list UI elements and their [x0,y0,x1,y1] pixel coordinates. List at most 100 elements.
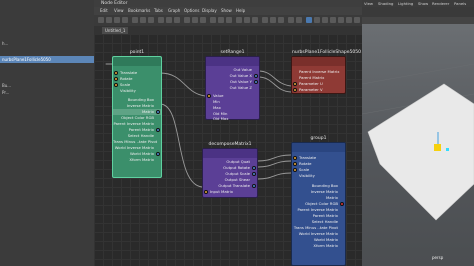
output-port[interactable] [252,172,256,176]
wire [257,160,292,168]
menu-options[interactable]: Options [184,7,199,15]
input-port[interactable] [293,168,297,172]
menu-help[interactable]: Help [236,7,245,15]
menu-view[interactable]: View [114,7,124,15]
attr-visibility[interactable]: Visibility [113,88,161,94]
input-port[interactable] [114,71,118,75]
output-port[interactable] [156,128,160,132]
output-port[interactable] [254,74,258,78]
toolbar-button[interactable] [140,17,146,23]
node-header[interactable] [292,57,345,66]
toolbar-button[interactable] [192,17,198,23]
toolbar-button[interactable] [252,17,258,23]
toolbar-button[interactable] [218,17,224,23]
outliner-item[interactable] [0,64,94,71]
node-header[interactable] [203,149,257,158]
toolbar-button[interactable] [296,17,302,23]
menu-renderer[interactable]: Renderer [432,0,449,7]
toolbar-button[interactable] [114,17,120,23]
menu-show[interactable]: Show [418,0,428,7]
output-port[interactable] [156,110,160,114]
attr-parameter-v[interactable]: Parameter V [292,87,345,93]
toolbar-button[interactable] [262,17,268,23]
menu-view[interactable]: View [364,0,373,7]
viewport-panel[interactable]: View Shading Lighting Show Renderer Pane… [362,0,474,266]
outliner-item[interactable]: h... [0,40,94,47]
wire [257,154,292,162]
input-port[interactable] [114,83,118,87]
outliner-item[interactable]: Pr... [0,89,94,96]
toolbar-button[interactable] [98,17,104,23]
node-editor-menubar: Edit View Bookmarks Tabs Graph Options D… [94,7,362,15]
toolbar-button[interactable] [354,17,360,23]
toolbar-button[interactable] [184,17,190,23]
attr-out-value-z[interactable]: Out Value Z [206,85,259,91]
output-port[interactable] [252,184,256,188]
node-decompose-matrix1[interactable]: decomposeMatrix1 Output Quat Output Rota… [202,142,258,198]
node-point1[interactable]: point1 Translate Rotate Scale Visibility… [112,50,162,178]
node-header[interactable] [206,57,259,66]
output-port[interactable] [252,166,256,170]
input-port[interactable] [204,190,208,194]
toolbar-button[interactable] [122,17,128,23]
menu-display[interactable]: Display [202,7,217,15]
toolbar-button[interactable] [210,17,216,23]
toolbar-button[interactable] [330,17,336,23]
node-title: group1 [310,136,327,141]
outliner-item-selected[interactable]: nurbsPlane1Follicle5050 [0,56,94,63]
outliner-item[interactable]: Bu... [0,82,94,89]
menu-shading[interactable]: Shading [378,0,393,7]
toolbar-button[interactable] [200,17,206,23]
node-follicle-shape[interactable]: nurbsPlane1FollicleShape5050 Parent Inve… [291,50,361,94]
node-graph[interactable]: point1 Translate Rotate Scale Visibility… [94,34,362,266]
toolbar-button[interactable] [236,17,242,23]
input-port[interactable] [293,82,297,86]
input-port[interactable] [293,156,297,160]
output-port[interactable] [156,152,160,156]
input-port[interactable] [207,94,211,98]
toolbar-button[interactable] [338,17,344,23]
toolbar-button[interactable] [278,17,284,23]
menu-bookmarks[interactable]: Bookmarks [128,7,150,15]
node-group1[interactable]: group1 Translate Rotate Scale Visibility… [291,136,346,266]
attr-old-max[interactable]: Old Max [206,116,259,122]
wire [257,172,292,180]
node-editor-title: Node Editor [94,0,362,7]
menu-tabs[interactable]: Tabs [154,7,163,15]
selected-point [446,148,449,151]
attr-input-matrix[interactable]: Input Matrix [203,189,257,195]
toolbar-button[interactable] [132,17,138,23]
toolbar-button[interactable] [226,17,232,23]
toolbar-button[interactable] [148,17,154,23]
attr-xform-matrix[interactable]: Xform Matrix [113,157,161,163]
outliner-panel: h... nurbsPlane1Follicle5050 Bu... Pr... [0,0,95,266]
toolbar-button[interactable] [270,17,276,23]
node-setrange1[interactable]: setRange1 Out Value Out Value X Out Valu… [205,50,260,122]
attr-xform-matrix[interactable]: Xform Matrix [292,243,345,249]
input-port[interactable] [293,88,297,92]
menu-panels[interactable]: Panels [454,0,466,7]
tab-untitled[interactable]: Untitled_1 [102,27,129,34]
toolbar-button[interactable] [322,17,328,23]
toolbar-button[interactable] [106,17,112,23]
input-port[interactable] [114,77,118,81]
toolbar-button-active[interactable] [306,17,312,23]
toolbar-button[interactable] [346,17,352,23]
toolbar-button[interactable] [158,17,164,23]
output-port[interactable] [340,202,344,206]
menu-graph[interactable]: Graph [168,7,180,15]
menu-lighting[interactable]: Lighting [398,0,413,7]
menu-edit[interactable]: Edit [100,7,108,15]
input-port[interactable] [293,162,297,166]
output-port[interactable] [254,80,258,84]
node-header[interactable] [292,143,345,152]
attr-visibility[interactable]: Visibility [292,173,345,179]
node-title: setRange1 [220,50,245,55]
toolbar-button[interactable] [288,17,294,23]
node-header[interactable] [113,57,161,66]
toolbar-button[interactable] [166,17,172,23]
toolbar-button[interactable] [314,17,320,23]
menu-show[interactable]: Show [221,7,232,15]
toolbar-button[interactable] [244,17,250,23]
toolbar-button[interactable] [174,17,180,23]
